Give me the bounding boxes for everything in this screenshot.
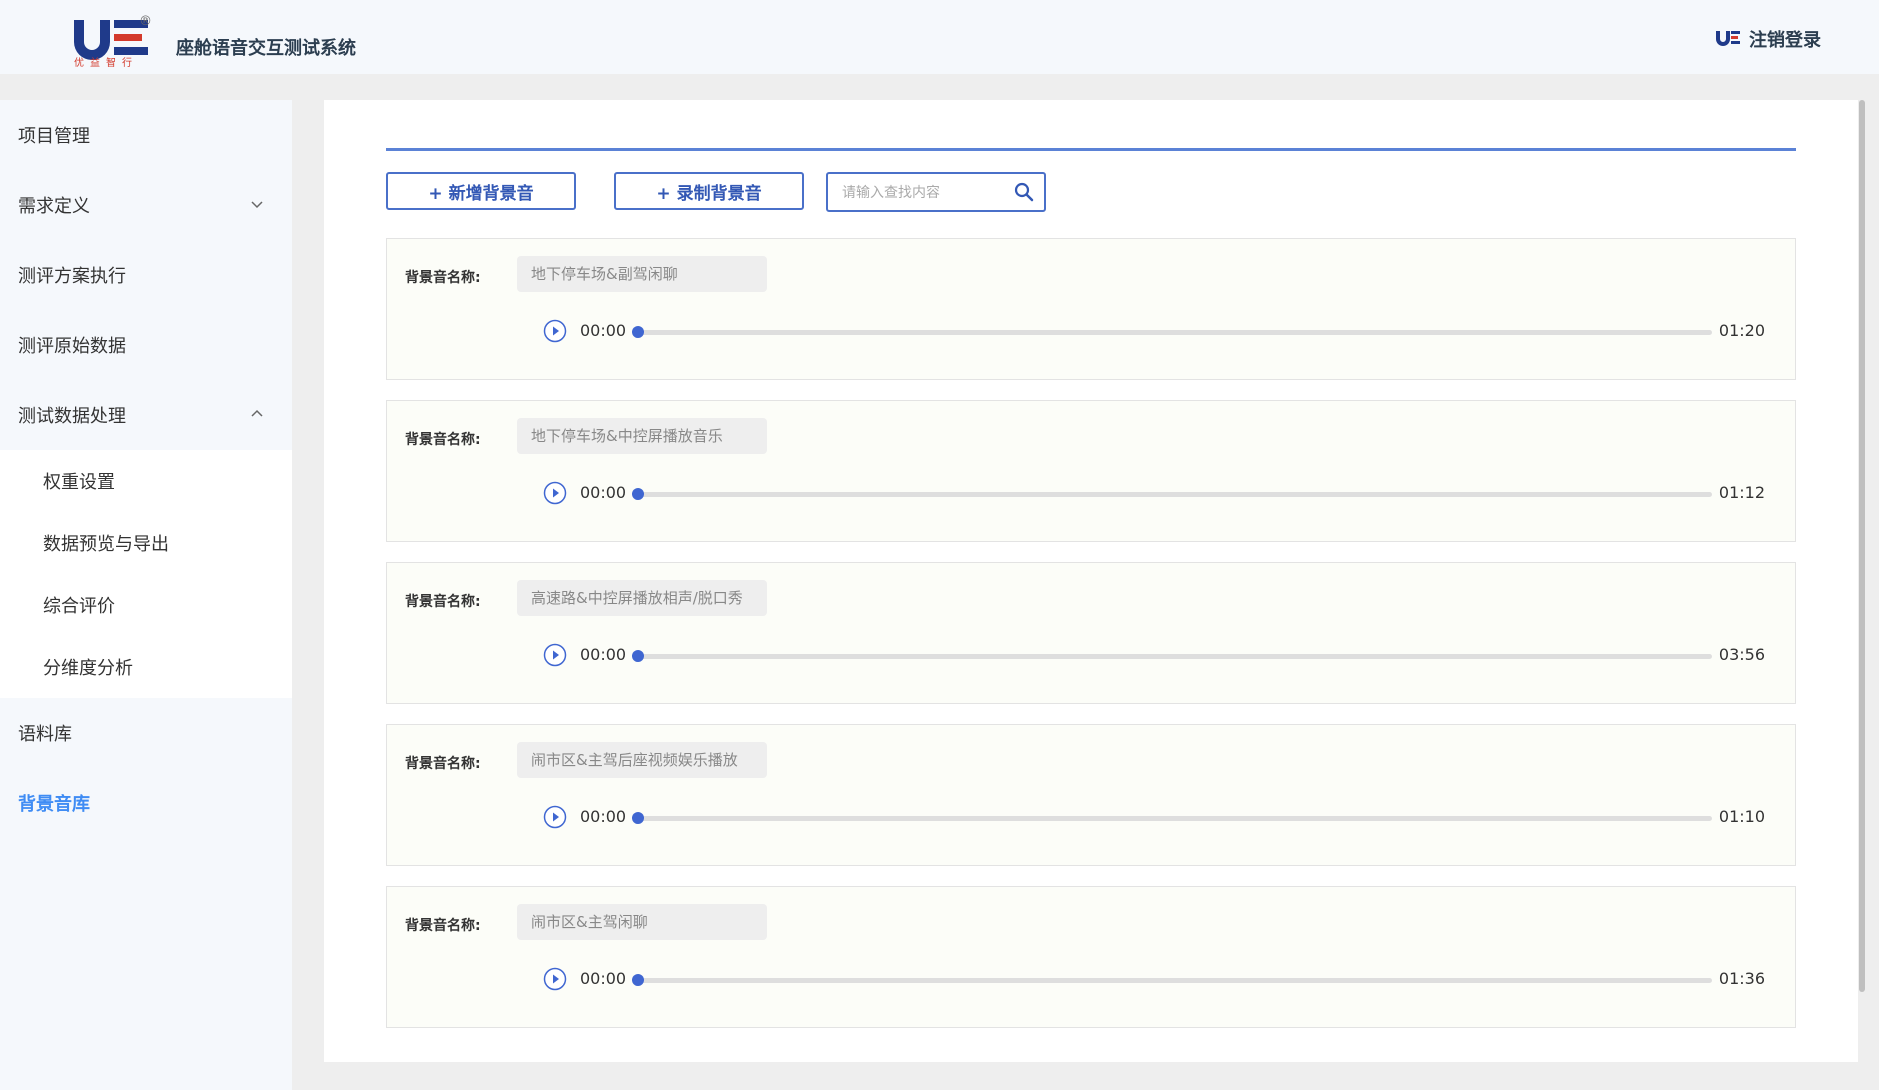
sidebar-subitem-weights[interactable]: 权重设置: [0, 450, 292, 512]
progress-slider[interactable]: [632, 650, 1712, 662]
sidebar-item-label: 测评原始数据: [18, 336, 126, 357]
sidebar-item-label: 语料库: [18, 724, 72, 745]
progress-handle[interactable]: [632, 326, 644, 338]
header-divider: [386, 148, 1796, 151]
record-background-audio-button[interactable]: + 录制背景音: [614, 172, 804, 210]
sidebar-submenu: 权重设置 数据预览与导出 综合评价 分维度分析: [0, 450, 292, 698]
audio-name-label: 背景音名称:: [405, 270, 481, 286]
search-icon[interactable]: [1014, 182, 1034, 202]
sidebar-item-corpus[interactable]: 语料库: [0, 698, 292, 768]
main-panel: + 新增背景音 + 录制背景音 背景音名称: 地下停车场&副驾闲聊 00:00 …: [324, 100, 1858, 1062]
play-icon[interactable]: [543, 481, 567, 505]
sidebar-item-raw-data[interactable]: 测评原始数据: [0, 310, 292, 380]
play-icon[interactable]: [543, 805, 567, 829]
audio-card: 背景音名称: 高速路&中控屏播放相声/脱口秀 00:00 03:56: [386, 562, 1796, 704]
total-duration: 01:36: [1718, 969, 1765, 988]
audio-name-field[interactable]: 高速路&中控屏播放相声/脱口秀: [517, 580, 767, 616]
logout-label: 注销登录: [1749, 30, 1821, 51]
sidebar-subitem-label: 分维度分析: [43, 658, 133, 679]
play-icon[interactable]: [543, 643, 567, 667]
audio-card: 背景音名称: 闹市区&主驾后座视频娱乐播放 00:00 01:10: [386, 724, 1796, 866]
chevron-up-icon: [251, 409, 263, 417]
sidebar-item-label: 背景音库: [18, 794, 90, 815]
audio-name-field[interactable]: 闹市区&主驾后座视频娱乐播放: [517, 742, 767, 778]
current-time: 00:00: [580, 645, 627, 664]
current-time: 00:00: [580, 321, 627, 340]
sidebar-subitem-preview-export[interactable]: 数据预览与导出: [0, 512, 292, 574]
search-input[interactable]: [840, 182, 1004, 204]
brand-subtitle: 优益智行: [74, 58, 138, 69]
total-duration: 03:56: [1718, 645, 1765, 664]
sidebar-item-label: 项目管理: [18, 126, 90, 147]
total-duration: 01:10: [1718, 807, 1765, 826]
progress-handle[interactable]: [632, 650, 644, 662]
brand-small-icon: [1716, 31, 1740, 46]
vertical-scrollbar[interactable]: [1859, 100, 1865, 992]
audio-name-field[interactable]: 地下停车场&副驾闲聊: [517, 256, 767, 292]
sidebar-item-data-processing[interactable]: 测试数据处理: [0, 380, 292, 450]
sidebar-item-label: 需求定义: [18, 196, 90, 217]
current-time: 00:00: [580, 969, 627, 988]
progress-handle[interactable]: [632, 488, 644, 500]
registered-mark: ®: [139, 14, 152, 29]
sidebar-item-label: 测评方案执行: [18, 266, 126, 287]
audio-card: 背景音名称: 地下停车场&中控屏播放音乐 00:00 01:12: [386, 400, 1796, 542]
sidebar-item-background-audio[interactable]: 背景音库: [0, 768, 292, 838]
header: ® 优益智行 座舱语音交互测试系统 注销登录: [0, 0, 1879, 74]
total-duration: 01:12: [1718, 483, 1765, 502]
progress-slider[interactable]: [632, 812, 1712, 824]
sidebar-subitem-label: 权重设置: [43, 472, 115, 493]
search-box: [826, 172, 1046, 212]
app-title: 座舱语音交互测试系统: [176, 38, 356, 59]
sidebar-subitem-overall-evaluation[interactable]: 综合评价: [0, 574, 292, 636]
progress-slider[interactable]: [632, 488, 1712, 500]
chevron-down-icon: [251, 201, 263, 209]
play-icon[interactable]: [543, 319, 567, 343]
audio-card: 背景音名称: 闹市区&主驾闲聊 00:00 01:36: [386, 886, 1796, 1028]
progress-handle[interactable]: [632, 812, 644, 824]
sidebar: 项目管理 需求定义 测评方案执行 测评原始数据 测试数据处理 权重设置 数据预览…: [0, 100, 292, 1090]
total-duration: 01:20: [1718, 321, 1765, 340]
sidebar-item-label: 测试数据处理: [18, 406, 126, 427]
sidebar-subitem-dimension-analysis[interactable]: 分维度分析: [0, 636, 292, 698]
audio-name-label: 背景音名称:: [405, 594, 481, 610]
sidebar-item-project[interactable]: 项目管理: [0, 100, 292, 170]
logout-button[interactable]: 注销登录: [1715, 26, 1821, 52]
current-time: 00:00: [580, 807, 627, 826]
sidebar-item-plan-execution[interactable]: 测评方案执行: [0, 240, 292, 310]
current-time: 00:00: [580, 483, 627, 502]
sidebar-subitem-label: 数据预览与导出: [43, 534, 169, 555]
audio-name-field[interactable]: 闹市区&主驾闲聊: [517, 904, 767, 940]
audio-name-label: 背景音名称:: [405, 432, 481, 448]
progress-handle[interactable]: [632, 974, 644, 986]
audio-name-label: 背景音名称:: [405, 918, 481, 934]
progress-slider[interactable]: [632, 326, 1712, 338]
add-background-audio-button[interactable]: + 新增背景音: [386, 172, 576, 210]
play-icon[interactable]: [543, 967, 567, 991]
sidebar-item-requirements[interactable]: 需求定义: [0, 170, 292, 240]
audio-name-label: 背景音名称:: [405, 756, 481, 772]
progress-slider[interactable]: [632, 974, 1712, 986]
sidebar-subitem-label: 综合评价: [43, 596, 115, 617]
audio-name-field[interactable]: 地下停车场&中控屏播放音乐: [517, 418, 767, 454]
audio-card: 背景音名称: 地下停车场&副驾闲聊 00:00 01:20: [386, 238, 1796, 380]
